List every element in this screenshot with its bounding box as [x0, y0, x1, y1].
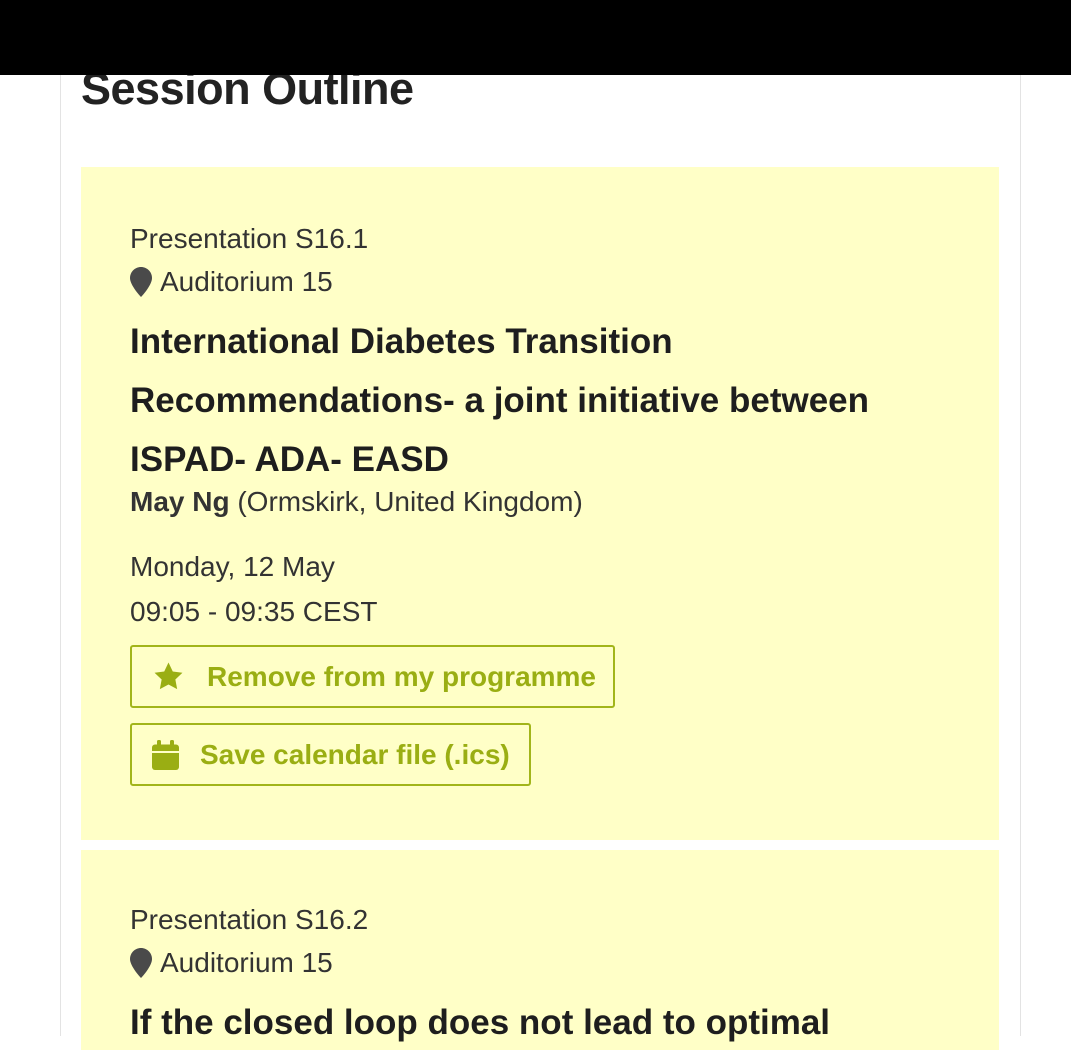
presentation-title[interactable]: If the closed loop does not lead to opti…	[130, 993, 960, 1052]
speaker-name[interactable]: May Ng	[130, 486, 230, 517]
top-bar	[0, 0, 1071, 75]
presentation-title[interactable]: International Diabetes Transition Recomm…	[130, 312, 960, 489]
presentation-date: Monday, 12 May	[130, 551, 335, 582]
speaker: May Ng (Ormskirk, United Kingdom)	[130, 485, 583, 519]
location-label: Auditorium 15	[160, 947, 333, 978]
remove-from-programme-button[interactable]: Remove from my programme	[130, 645, 615, 708]
map-pin-icon	[130, 267, 152, 297]
calendar-icon	[152, 739, 179, 770]
presentation-id: Presentation S16.2	[130, 904, 369, 935]
map-pin-icon	[130, 948, 152, 978]
presentation-time: 09:05 - 09:35 CEST	[130, 596, 378, 627]
location-label: Auditorium 15	[160, 266, 333, 297]
presentation-card: Presentation S16.2 Auditorium 15 If the …	[81, 850, 999, 1050]
presentation-location: Auditorium 15	[130, 265, 333, 299]
speaker-affiliation: (Ormskirk, United Kingdom)	[237, 486, 583, 517]
calendar-button-label: Save calendar file (.ics)	[200, 738, 510, 770]
presentation-id: Presentation S16.1	[130, 223, 369, 254]
presentation-card: Presentation S16.1 Auditorium 15 Interna…	[81, 167, 999, 840]
star-icon	[154, 662, 183, 690]
remove-button-label: Remove from my programme	[207, 660, 597, 692]
presentation-location: Auditorium 15	[130, 946, 333, 980]
save-calendar-button[interactable]: Save calendar file (.ics)	[130, 723, 531, 786]
